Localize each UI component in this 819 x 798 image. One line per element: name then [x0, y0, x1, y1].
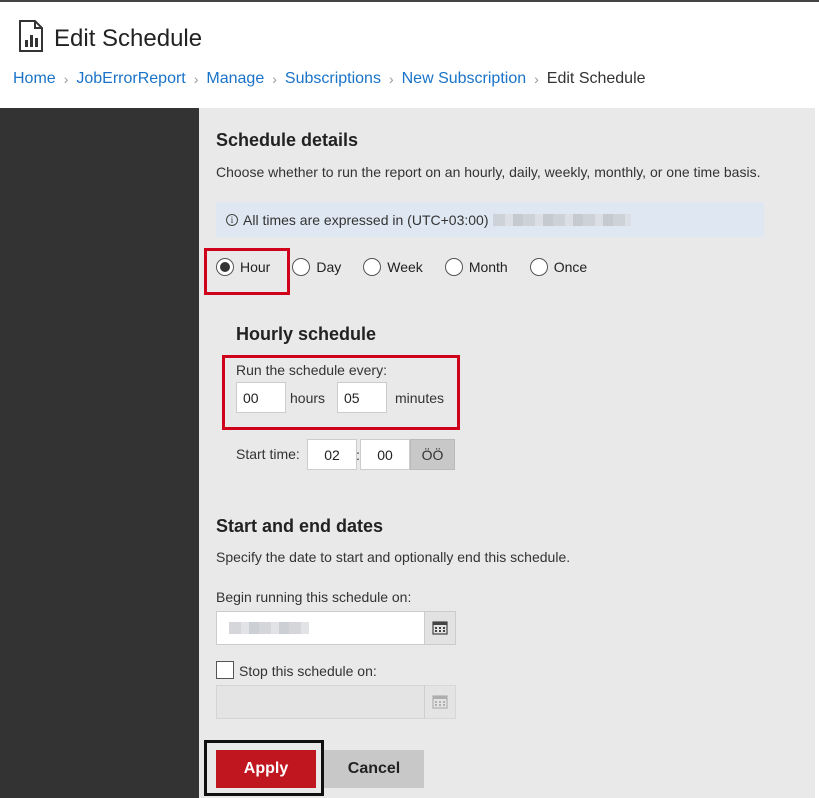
dates-heading: Start and end dates [216, 516, 384, 536]
redacted-begin-date [229, 622, 309, 634]
timezone-info-bar: i All times are expressed in (UTC+03:00) [216, 202, 764, 237]
page-title-row: Edit Schedule [18, 20, 202, 57]
breadcrumb-current: Edit Schedule [546, 70, 646, 87]
breadcrumb-home[interactable]: Home [13, 70, 56, 88]
schedule-panel: Schedule details Choose whether to run t… [199, 108, 815, 798]
breadcrumb-report[interactable]: JobErrorReport [76, 70, 185, 88]
dates-description: Specify the date to start and optionally… [216, 549, 571, 565]
radio-month[interactable]: Month [444, 258, 508, 276]
hourly-schedule-heading: Hourly schedule [236, 324, 377, 344]
run-every-label: Run the schedule every: [236, 362, 387, 378]
radio-week-circle[interactable] [363, 258, 382, 276]
schedule-details-description: Choose whether to run the report on an h… [216, 164, 761, 180]
radio-week-label: Week [387, 259, 423, 275]
breadcrumb-manage[interactable]: Manage [206, 70, 264, 88]
report-icon [18, 20, 44, 57]
stop-date-input[interactable] [216, 685, 425, 719]
radio-month-label: Month [468, 259, 508, 275]
info-icon: i [226, 213, 238, 226]
stop-date-label: Stop this schedule on: [239, 663, 377, 679]
radio-once-circle[interactable] [529, 258, 548, 276]
radio-day-circle[interactable] [292, 258, 311, 276]
timezone-note: All times are expressed in (UTC+03:00) [243, 211, 489, 228]
chevron-right-icon: › [534, 71, 539, 87]
breadcrumb: Home › JobErrorReport › Manage › Subscri… [13, 70, 646, 88]
start-minute-input[interactable]: 00 [360, 439, 410, 470]
breadcrumb-new-subscription[interactable]: New Subscription [402, 70, 527, 88]
redacted-timezone-name [492, 213, 631, 226]
breadcrumb-subscriptions[interactable]: Subscriptions [285, 70, 381, 88]
begin-date-label: Begin running this schedule on: [216, 589, 412, 605]
hours-input[interactable]: 00 [236, 382, 286, 413]
cancel-button[interactable]: Cancel [324, 750, 424, 788]
apply-button[interactable]: Apply [216, 750, 316, 788]
radio-month-circle[interactable] [444, 258, 463, 276]
radio-day-label: Day [316, 259, 342, 275]
stop-schedule-checkbox[interactable] [216, 661, 234, 679]
radio-once[interactable]: Once [529, 258, 588, 276]
calendar-icon [432, 621, 448, 635]
chevron-right-icon: › [193, 71, 199, 87]
left-sidebar [0, 108, 199, 798]
ampm-toggle-button[interactable]: ÖÖ [410, 439, 455, 470]
begin-date-input[interactable] [216, 611, 425, 645]
radio-day[interactable]: Day [292, 258, 341, 276]
page-header: Edit Schedule Home › JobErrorReport › Ma… [0, 2, 819, 108]
chevron-right-icon: › [272, 71, 277, 87]
hours-unit-label: hours [290, 390, 326, 406]
calendar-icon [432, 695, 448, 709]
stop-date-calendar-button[interactable] [424, 685, 456, 719]
right-edge [815, 108, 819, 798]
begin-date-calendar-button[interactable] [424, 611, 456, 645]
schedule-details-heading: Schedule details [216, 130, 359, 150]
page-title: Edit Schedule [54, 24, 203, 52]
start-hour-input[interactable]: 02 [307, 439, 357, 470]
chevron-right-icon: › [388, 71, 394, 87]
minutes-unit-label: minutes [395, 390, 445, 406]
chevron-right-icon: › [63, 71, 69, 87]
radio-once-label: Once [553, 259, 588, 275]
highlight-hour-option [204, 248, 290, 295]
start-time-label: Start time: [236, 446, 300, 462]
minutes-input[interactable]: 05 [337, 382, 387, 413]
radio-week[interactable]: Week [363, 258, 423, 276]
